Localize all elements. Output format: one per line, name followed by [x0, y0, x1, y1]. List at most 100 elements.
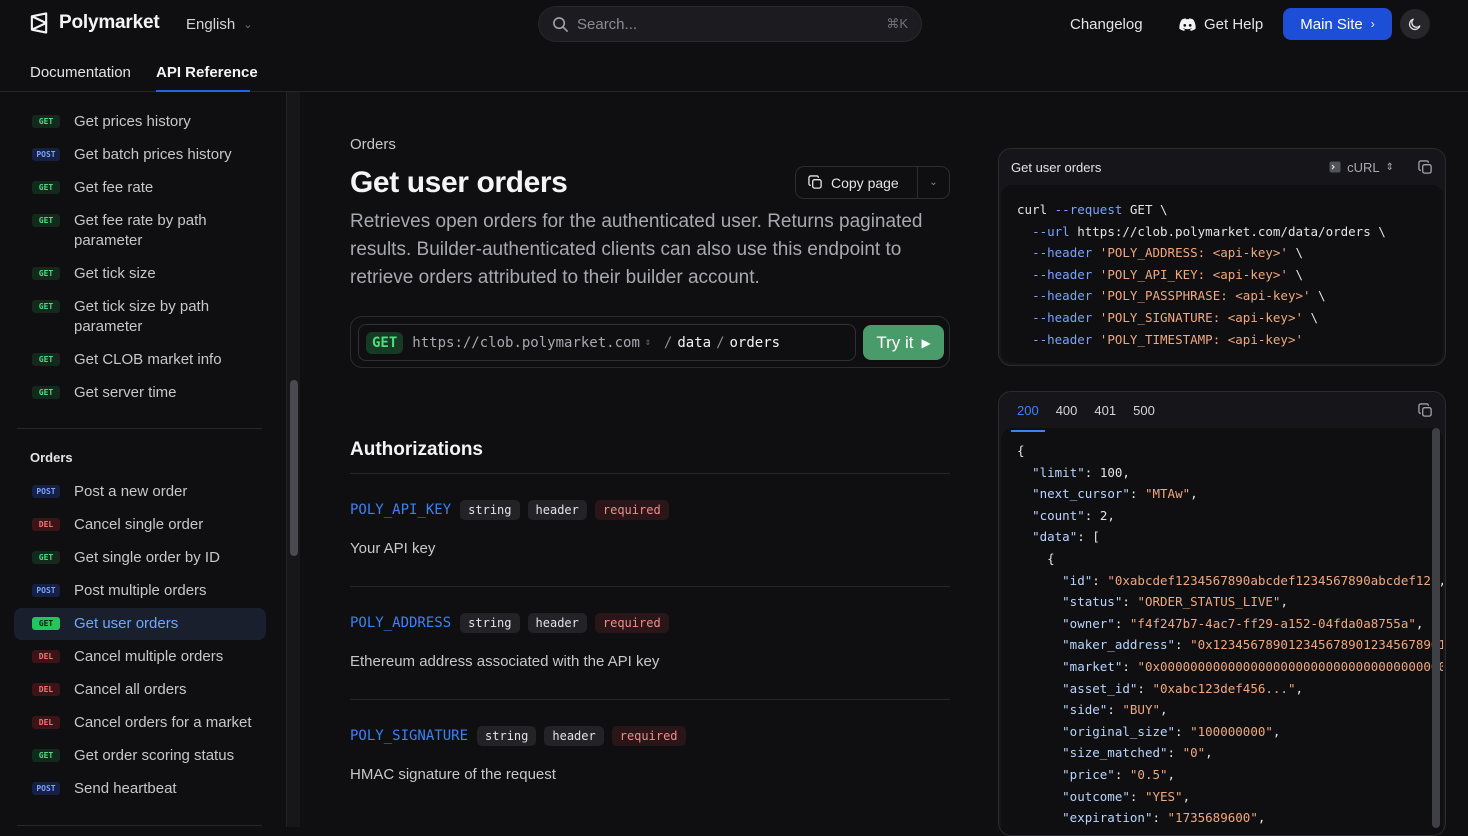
language-selector[interactable]: English ⌄ [186, 16, 252, 33]
method-badge: GET [32, 300, 60, 313]
sidebar-item-cancel-orders-for-a-market[interactable]: DEL Cancel orders for a market [14, 707, 266, 739]
method-badge: DEL [32, 518, 60, 531]
sidebar-item-get-fee-rate[interactable]: GET Get fee rate [14, 172, 266, 204]
sidebar-item-label: Cancel single order [74, 516, 204, 533]
param-poly-api-key: POLY_API_KEY string header required [350, 500, 669, 520]
sidebar-item-get-tick-size-by-path-parameter[interactable]: GET Get tick size by path parameter [14, 291, 266, 343]
sidebar-item-send-heartbeat[interactable]: POST Send heartbeat [14, 773, 266, 805]
copy-page-button[interactable]: Copy page [796, 167, 918, 198]
updown-icon[interactable]: ⇕ [645, 337, 651, 348]
code-string: 'POLY_TIMESTAMP: <api-key>' [1092, 331, 1303, 347]
copy-page-menu-button[interactable]: ⌄ [918, 177, 949, 188]
copy-icon[interactable] [1418, 402, 1433, 418]
get-help-label: Get Help [1204, 16, 1264, 33]
sidebar-item-label: Get tick size by path parameter [74, 298, 210, 335]
json-value: [ [1092, 529, 1100, 545]
json-line: "next_cursor": "MTAw", [1017, 483, 1427, 505]
endpoint-url[interactable]: GET https://clob.polymarket.com ⇕ / data… [358, 324, 856, 361]
try-it-label: Try it [876, 332, 914, 352]
json-punct: , [1415, 615, 1424, 631]
json-punct: { [1017, 443, 1025, 458]
tab-status-401[interactable]: 401 [1094, 403, 1116, 418]
tab-api-reference[interactable]: API Reference [156, 64, 258, 81]
sidebar-item-get-user-orders[interactable]: GET Get user orders [14, 608, 266, 640]
param-required-chip: required [594, 613, 669, 633]
param-type-chip: string [477, 726, 537, 746]
sidebar-item-post-a-new-order[interactable]: POST Post a new order [14, 476, 266, 508]
json-punct: , [1295, 680, 1304, 696]
search-bar[interactable]: Search... ⌘K [538, 6, 922, 42]
sidebar-item-post-multiple-orders[interactable]: POST Post multiple orders [14, 575, 266, 607]
param-required-chip: required [611, 726, 686, 746]
search-shortcut: ⌘K [886, 16, 908, 31]
sidebar-item-get-clob-market-info[interactable]: GET Get CLOB market info [14, 344, 266, 376]
search-icon [553, 16, 568, 32]
json-key: "market" [1062, 658, 1123, 674]
method-badge: DEL [32, 650, 60, 663]
json-key: "price" [1062, 766, 1115, 782]
tab-status-200[interactable]: 200 [1011, 403, 1045, 432]
sidebar-item-get-fee-rate-by-path-parameter[interactable]: GET Get fee rate by path parameter [14, 205, 266, 257]
copy-icon [808, 175, 822, 189]
language-select-value: cURL [1347, 159, 1380, 175]
main-site-label: Main Site [1300, 15, 1363, 33]
sidebar-item-cancel-multiple-orders[interactable]: DEL Cancel multiple orders [14, 641, 266, 673]
request-code-block: curl --request GET \ --url https://clob.… [1001, 185, 1443, 363]
try-it-button[interactable]: Try it ▶ [863, 325, 944, 360]
breadcrumb[interactable]: Orders [350, 136, 396, 153]
json-value: "0xabc123def456..." [1152, 680, 1296, 696]
param-name[interactable]: POLY_API_KEY [350, 502, 451, 518]
page-title: Get user orders [350, 166, 568, 199]
param-name[interactable]: POLY_SIGNATURE [350, 728, 468, 744]
json-punct: , [1272, 723, 1281, 739]
response-scrollbar[interactable] [1432, 428, 1440, 828]
method-badge: DEL [32, 683, 60, 696]
sidebar-item-get-server-time[interactable]: GET Get server time [14, 377, 266, 409]
main-site-button[interactable]: Main Site › [1283, 8, 1392, 40]
changelog-link[interactable]: Changelog [1070, 16, 1143, 33]
json-value: "0xabcdef1234567890abcdef1234567890abcde… [1107, 572, 1439, 588]
json-line: "original_size": "100000000", [1017, 721, 1427, 743]
code-string: 'POLY_ADDRESS: <api-key>' [1092, 245, 1288, 261]
json-punct: , [1257, 810, 1266, 826]
method-badge: GET [366, 331, 404, 354]
tab-status-400[interactable]: 400 [1056, 403, 1078, 418]
sidebar-item-label: Get user orders [74, 615, 179, 632]
copy-page-label: Copy page [831, 174, 899, 191]
sidebar-item-get-batch-prices-history[interactable]: POST Get batch prices history [14, 139, 266, 171]
theme-toggle-button[interactable] [1400, 9, 1430, 39]
json-line: { [1017, 440, 1427, 462]
language-select[interactable]: cURL ⇕ [1329, 160, 1394, 175]
param-name[interactable]: POLY_ADDRESS [350, 615, 451, 631]
page-description: Retrieves open orders for the authentica… [350, 211, 923, 288]
sidebar-item-cancel-single-order[interactable]: DEL Cancel single order [14, 509, 266, 541]
get-help-link[interactable]: Get Help [1179, 16, 1263, 33]
code-token: \ [1310, 288, 1326, 304]
sidebar-item-cancel-all-orders[interactable]: DEL Cancel all orders [14, 674, 266, 706]
divider [350, 473, 950, 474]
sidebar-item-get-order-scoring-status[interactable]: GET Get order scoring status [14, 740, 266, 772]
json-key: "asset_id" [1062, 680, 1138, 696]
logo[interactable]: Polymarket [29, 12, 160, 34]
sidebar-item-get-tick-size[interactable]: GET Get tick size [14, 258, 266, 290]
tab-documentation[interactable]: Documentation [30, 64, 131, 81]
json-key: "size_matched" [1062, 745, 1168, 761]
json-line: "size_matched": "0", [1017, 742, 1427, 764]
copy-icon[interactable] [1418, 159, 1433, 175]
base-url: https://clob.polymarket.com [412, 334, 640, 351]
sidebar-item-get-prices-history[interactable]: GET Get prices history [14, 106, 266, 138]
param-location-chip: header [544, 726, 604, 746]
tab-status-500[interactable]: 500 [1133, 403, 1155, 418]
sidebar-item-get-single-order-by-id[interactable]: GET Get single order by ID [14, 542, 266, 574]
code-token: \ [1287, 266, 1304, 282]
sidebar-scroll-thumb[interactable] [290, 380, 298, 556]
curl-code: curl --request GET \ --url https://clob.… [1017, 199, 1427, 350]
method-badge: GET [32, 214, 60, 227]
